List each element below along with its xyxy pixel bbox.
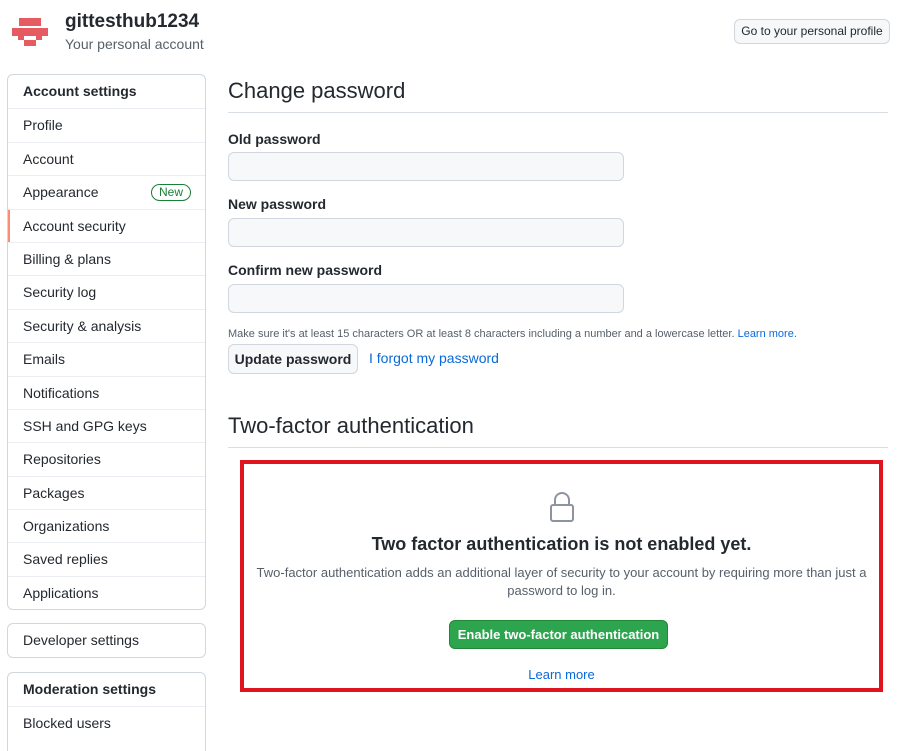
sidebar-item-saved-replies[interactable]: Saved replies — [8, 542, 205, 575]
developer-settings-menu: Developer settings — [7, 623, 206, 659]
account-settings-heading: Account settings — [23, 83, 137, 99]
sidebar-item-blocked-users[interactable]: Blocked users — [8, 706, 205, 739]
new-password-label: New password — [228, 196, 327, 212]
sidebar-item-label: Organizations — [23, 518, 110, 535]
sidebar-item-packages[interactable]: Packages — [8, 475, 205, 509]
two-factor-learn-more-link[interactable]: Learn more — [244, 667, 879, 682]
sidebar-item-emails[interactable]: Emails — [8, 342, 205, 375]
sidebar-item-label: Account — [23, 150, 74, 167]
go-to-profile-button[interactable]: Go to your personal profile — [734, 19, 890, 44]
moderation-settings-menu: Moderation settings Blocked users — [7, 672, 206, 751]
sidebar-item-label: Applications — [23, 584, 99, 601]
sidebar-item-label: Saved replies — [23, 551, 108, 568]
sidebar-item-appearance[interactable]: Appearance New — [8, 175, 205, 208]
sidebar-item-label: Account security — [23, 217, 126, 234]
account-subtitle: Your personal account — [65, 36, 204, 52]
account-username[interactable]: gittesthub1234 — [65, 11, 199, 33]
password-requirements-note: Make sure it's at least 15 characters OR… — [228, 328, 797, 340]
sidebar-item-label: Notifications — [23, 384, 100, 401]
sidebar-item-profile[interactable]: Profile — [8, 108, 205, 141]
sidebar-item-label: Repositories — [23, 451, 101, 468]
password-requirements-text: Make sure it's at least 15 characters OR… — [228, 328, 735, 340]
sidebar-item-label: Security log — [23, 284, 97, 301]
sidebar-item-label: Packages — [23, 484, 85, 501]
sidebar-item-account-security[interactable]: Account security — [8, 208, 205, 243]
account-settings-menu: Account settings Profile Account Appeara… — [7, 74, 206, 611]
update-password-button[interactable]: Update password — [228, 344, 358, 374]
sidebar-item-ssh-gpg-keys[interactable]: SSH and GPG keys — [8, 408, 205, 442]
two-factor-title: Two-factor authentication — [228, 413, 888, 448]
sidebar-item-repositories[interactable]: Repositories — [8, 442, 205, 475]
password-learn-more-link[interactable]: Learn more. — [738, 328, 797, 340]
old-password-field[interactable] — [228, 152, 624, 181]
avatar[interactable] — [10, 12, 50, 52]
new-password-field[interactable] — [228, 218, 624, 247]
sidebar-item-label: Emails — [23, 351, 66, 368]
sidebar-item-label: SSH and GPG keys — [23, 417, 147, 434]
sidebar-item-security-log[interactable]: Security log — [8, 275, 205, 308]
change-password-title: Change password — [228, 78, 888, 113]
new-badge: New — [150, 184, 191, 202]
enable-two-factor-button[interactable]: Enable two-factor authentication — [449, 620, 668, 649]
old-password-label: Old password — [228, 131, 321, 147]
forgot-password-link[interactable]: I forgot my password — [369, 350, 499, 366]
sidebar-item-organizations[interactable]: Organizations — [8, 509, 205, 542]
sidebar-item-account[interactable]: Account — [8, 141, 205, 175]
sidebar-item-applications[interactable]: Applications — [8, 575, 205, 609]
two-factor-status-heading: Two factor authentication is not enabled… — [371, 534, 752, 554]
sidebar-item-developer-settings[interactable]: Developer settings — [8, 624, 205, 657]
change-password-section: Change password — [228, 78, 888, 113]
confirm-password-label: Confirm new password — [228, 262, 383, 278]
sidebar-item-label: Developer settings — [23, 632, 139, 648]
two-factor-section: Two-factor authentication — [228, 413, 888, 448]
sidebar-item-label: Profile — [23, 117, 63, 134]
sidebar-item-notifications[interactable]: Notifications — [8, 375, 205, 409]
sidebar-item-billing[interactable]: Billing & plans — [8, 241, 205, 275]
sidebar-item-label: Security & analysis — [23, 317, 142, 334]
sidebar-item-label: Appearance — [23, 184, 99, 201]
sidebar-item-security-analysis[interactable]: Security & analysis — [8, 308, 205, 342]
two-factor-description: Two-factor authentication adds an additi… — [256, 565, 867, 598]
sidebar-item-label: Blocked users — [23, 715, 111, 732]
moderation-settings-heading: Moderation settings — [23, 681, 157, 697]
sidebar-item-label: Billing & plans — [23, 250, 111, 267]
confirm-password-field[interactable] — [228, 284, 624, 313]
page-header: gittesthub1234 Your personal account Go … — [0, 0, 905, 70]
two-factor-highlight-box: Two factor authentication is not enabled… — [240, 460, 883, 692]
lock-icon — [550, 492, 574, 522]
